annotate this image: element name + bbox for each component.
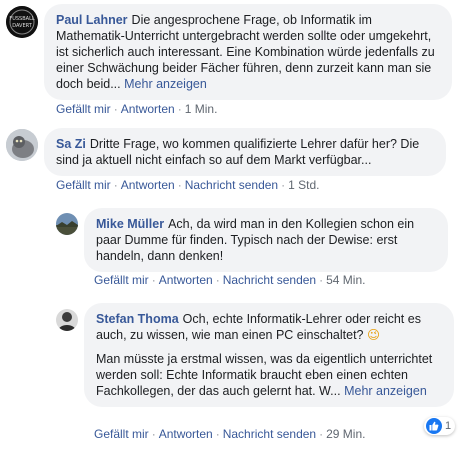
club-logo-icon: FUSSBALL DAVERT <box>6 6 38 38</box>
comment-text: Dritte Frage, wo kommen qualifizierte Le… <box>56 137 420 167</box>
separator: · <box>113 178 118 192</box>
send-message-link[interactable]: Nachricht senden <box>223 273 316 287</box>
show-more-link[interactable]: Mehr anzeigen <box>344 384 427 398</box>
comment-actions: Gefällt mir · Antworten · Nachricht senden · 5… <box>94 273 365 287</box>
logo-text-1: FUSSBALL <box>9 16 35 22</box>
separator: · <box>113 102 118 116</box>
comment-bubble: Stefan Thoma Och, echte Informatik-Lehrer… <box>84 303 454 407</box>
avatar[interactable] <box>56 309 78 331</box>
show-more-link[interactable]: Mehr anzeigen <box>124 77 207 91</box>
like-link[interactable]: Gefällt mir <box>94 273 149 287</box>
separator: · <box>319 273 324 287</box>
author-name[interactable]: Paul Lahner <box>56 13 128 27</box>
comment-actions: Gefällt mir · Antworten · Nachricht senden · 1… <box>56 178 319 192</box>
separator: · <box>177 102 182 116</box>
landscape-photo-icon <box>56 213 78 235</box>
like-link[interactable]: Gefällt mir <box>56 178 111 192</box>
author-name[interactable]: Sa Zi <box>56 137 86 151</box>
comment-paragraph-2: Man müsste ja erstmal wissen, was da eig… <box>96 351 442 399</box>
author-name[interactable]: Stefan Thoma <box>96 312 179 326</box>
reaction-badge[interactable]: 1 <box>424 417 456 435</box>
comment-actions: Gefällt mir · Antworten · Nachricht senden · 2… <box>94 427 365 441</box>
reply-link[interactable]: Antworten <box>159 273 213 287</box>
reaction-count: 1 <box>445 420 452 432</box>
send-message-link[interactable]: Nachricht senden <box>223 427 316 441</box>
separator: · <box>215 273 220 287</box>
comment-bubble: Mike Müller Ach, da wird man in den Kolle… <box>84 208 448 272</box>
wink-emoji-icon: 😉 <box>367 327 381 342</box>
comment-actions: Gefällt mir · Antworten · 1 Min. <box>56 102 217 116</box>
comment-paragraph-1: Stefan Thoma Och, echte Informatik-Lehrer… <box>96 311 442 343</box>
avatar[interactable] <box>6 129 38 161</box>
send-message-link[interactable]: Nachricht senden <box>185 178 278 192</box>
reply-link[interactable]: Antworten <box>121 178 175 192</box>
author-name[interactable]: Mike Müller <box>96 217 164 231</box>
separator: · <box>281 178 286 192</box>
separator: · <box>215 427 220 441</box>
comment-bubble: Sa Zi Dritte Frage, wo kommen qualifizier… <box>44 128 446 176</box>
timestamp[interactable]: 1 Min. <box>185 102 218 116</box>
person-photo-icon <box>56 309 78 331</box>
separator: · <box>319 427 324 441</box>
separator: · <box>151 273 156 287</box>
comment-bubble: Paul Lahner Die angesprochene Frage, ob I… <box>44 4 452 100</box>
like-link[interactable]: Gefällt mir <box>56 102 111 116</box>
thumbs-up-icon <box>426 418 442 434</box>
separator: · <box>151 427 156 441</box>
logo-text-2: DAVERT <box>12 23 33 29</box>
separator: · <box>177 178 182 192</box>
reply-link[interactable]: Antworten <box>159 427 213 441</box>
like-link[interactable]: Gefällt mir <box>94 427 149 441</box>
timestamp[interactable]: 29 Min. <box>326 427 365 441</box>
timestamp[interactable]: 54 Min. <box>326 273 365 287</box>
avatar[interactable]: FUSSBALL DAVERT <box>6 6 38 38</box>
avatar[interactable] <box>56 213 78 235</box>
timestamp[interactable]: 1 Std. <box>288 178 319 192</box>
cat-photo-icon <box>6 129 38 161</box>
reply-link[interactable]: Antworten <box>121 102 175 116</box>
